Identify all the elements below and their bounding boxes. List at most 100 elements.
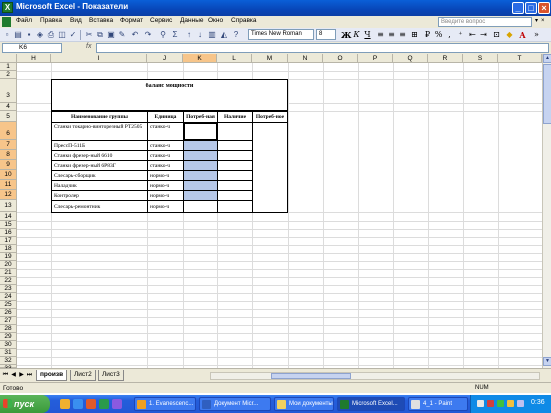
- column-header-o[interactable]: O: [323, 54, 358, 63]
- fill-color-icon[interactable]: ◆: [505, 30, 514, 40]
- start-button[interactable]: пуск: [0, 395, 50, 413]
- close-workbook-icon[interactable]: ×: [541, 18, 546, 25]
- sheet-tab-proizv[interactable]: произв: [36, 370, 68, 381]
- increase-indent-icon[interactable]: ⇥: [479, 30, 488, 40]
- formula-input[interactable]: [96, 43, 549, 53]
- last-sheet-icon[interactable]: ⏭: [26, 372, 33, 379]
- menu-tools[interactable]: Сервис: [150, 17, 172, 24]
- row-header[interactable]: 20: [0, 261, 17, 269]
- function-icon[interactable]: fx: [86, 43, 91, 50]
- row-header[interactable]: 18: [0, 245, 17, 253]
- new-icon[interactable]: ▫: [2, 30, 12, 40]
- table-cell[interactable]: [252, 122, 288, 213]
- column-header-t[interactable]: T: [498, 54, 542, 63]
- undo-icon[interactable]: ↶: [130, 30, 140, 40]
- next-sheet-icon[interactable]: ▶: [18, 372, 25, 379]
- column-header-i[interactable]: I: [51, 54, 147, 63]
- row-header[interactable]: 10: [0, 170, 17, 180]
- menu-insert[interactable]: Вставка: [89, 17, 113, 24]
- sort-ascending-icon[interactable]: ↑: [184, 30, 194, 40]
- align-left-icon[interactable]: ≡: [376, 30, 385, 40]
- clock[interactable]: 0:36: [531, 399, 545, 406]
- font-size-select[interactable]: 8: [316, 29, 336, 40]
- menu-file[interactable]: Файл: [16, 17, 32, 24]
- table-cell[interactable]: [217, 122, 253, 141]
- row-header[interactable]: 21: [0, 269, 17, 277]
- copy-icon[interactable]: ⧉: [95, 30, 105, 40]
- menu-help[interactable]: Справка: [231, 17, 257, 24]
- scroll-down-icon[interactable]: ▼: [543, 357, 551, 366]
- column-header-n[interactable]: N: [288, 54, 323, 63]
- vertical-scrollbar[interactable]: ▲ ▼: [542, 54, 551, 368]
- unit-cell[interactable]: станко-ч: [147, 122, 184, 141]
- tray-icon[interactable]: [487, 400, 494, 407]
- spelling-icon[interactable]: ✓: [68, 30, 78, 40]
- hyperlink-icon[interactable]: ⚲: [158, 30, 168, 40]
- paste-icon[interactable]: ▣: [106, 30, 116, 40]
- row-header[interactable]: 8: [0, 150, 17, 160]
- sheet-tab-list3[interactable]: Лист3: [98, 370, 124, 381]
- menu-edit[interactable]: Правка: [40, 17, 62, 24]
- task-button[interactable]: Документ Micr...: [199, 397, 271, 411]
- chevron-down-icon[interactable]: ▾: [535, 18, 540, 25]
- table-row[interactable]: Слесарь-ремонтник: [51, 200, 148, 213]
- help-icon[interactable]: ?: [231, 30, 241, 40]
- row-header[interactable]: 15: [0, 221, 17, 229]
- name-box[interactable]: K6: [2, 43, 62, 53]
- scroll-thumb[interactable]: [543, 64, 551, 124]
- row-header[interactable]: 22: [0, 277, 17, 285]
- minimize-button[interactable]: _: [512, 2, 524, 14]
- horizontal-scrollbar[interactable]: [210, 372, 540, 380]
- row-header[interactable]: 32: [0, 357, 17, 365]
- row-header[interactable]: 16: [0, 229, 17, 237]
- row-header[interactable]: 29: [0, 333, 17, 341]
- row-header[interactable]: 6: [0, 122, 17, 140]
- menu-format[interactable]: Формат: [120, 17, 143, 24]
- align-center-icon[interactable]: ≡: [387, 30, 396, 40]
- help-question-input[interactable]: Введите вопрос: [438, 17, 532, 27]
- tray-icon[interactable]: [507, 400, 514, 407]
- column-header-k[interactable]: K: [183, 54, 217, 63]
- table-cell[interactable]: [183, 200, 218, 213]
- row-header[interactable]: 17: [0, 237, 17, 245]
- autosum-icon[interactable]: Σ: [170, 30, 180, 40]
- row-header[interactable]: 3: [0, 79, 17, 103]
- increase-decimal-icon[interactable]: ⁺: [456, 30, 465, 40]
- open-icon[interactable]: ▤: [13, 30, 23, 40]
- chart-wizard-icon[interactable]: ▥: [207, 30, 217, 40]
- menu-window[interactable]: Окно: [208, 17, 223, 24]
- font-select[interactable]: Times New Roman: [248, 29, 314, 40]
- table-row[interactable]: Станки токарно-винторезный РТ2505: [51, 122, 148, 141]
- row-header[interactable]: 11: [0, 180, 17, 190]
- row-header[interactable]: 27: [0, 317, 17, 325]
- borders-icon[interactable]: ⊡: [492, 30, 501, 40]
- active-cell[interactable]: [183, 122, 218, 141]
- column-header-l[interactable]: L: [217, 54, 252, 63]
- row-header[interactable]: 12: [0, 190, 17, 200]
- row-header[interactable]: 26: [0, 309, 17, 317]
- close-button[interactable]: ×: [538, 2, 550, 14]
- tray-icon[interactable]: [497, 400, 504, 407]
- format-painter-icon[interactable]: ✎: [117, 30, 127, 40]
- row-header[interactable]: 13: [0, 200, 17, 212]
- row-header[interactable]: 23: [0, 285, 17, 293]
- row-header[interactable]: 30: [0, 341, 17, 349]
- comma-style-icon[interactable]: ,: [445, 30, 454, 40]
- select-all-corner[interactable]: [0, 54, 17, 63]
- sheet-tab-list2[interactable]: Лист2: [70, 370, 96, 381]
- first-sheet-icon[interactable]: ⏮: [2, 372, 9, 379]
- column-header-q[interactable]: Q: [393, 54, 428, 63]
- column-header-p[interactable]: P: [358, 54, 393, 63]
- quicklaunch-icon[interactable]: [73, 399, 83, 409]
- row-header[interactable]: 7: [0, 140, 17, 150]
- row-header[interactable]: 25: [0, 301, 17, 309]
- row-header[interactable]: 14: [0, 212, 17, 221]
- maximize-button[interactable]: □: [525, 2, 537, 14]
- menu-view[interactable]: Вид: [70, 17, 82, 24]
- task-button[interactable]: 4_1 - Paint: [408, 397, 468, 411]
- row-header[interactable]: 28: [0, 325, 17, 333]
- column-header-r[interactable]: R: [428, 54, 463, 63]
- row-header[interactable]: 9: [0, 160, 17, 170]
- quicklaunch-icon[interactable]: [112, 399, 122, 409]
- column-header-m[interactable]: M: [252, 54, 288, 63]
